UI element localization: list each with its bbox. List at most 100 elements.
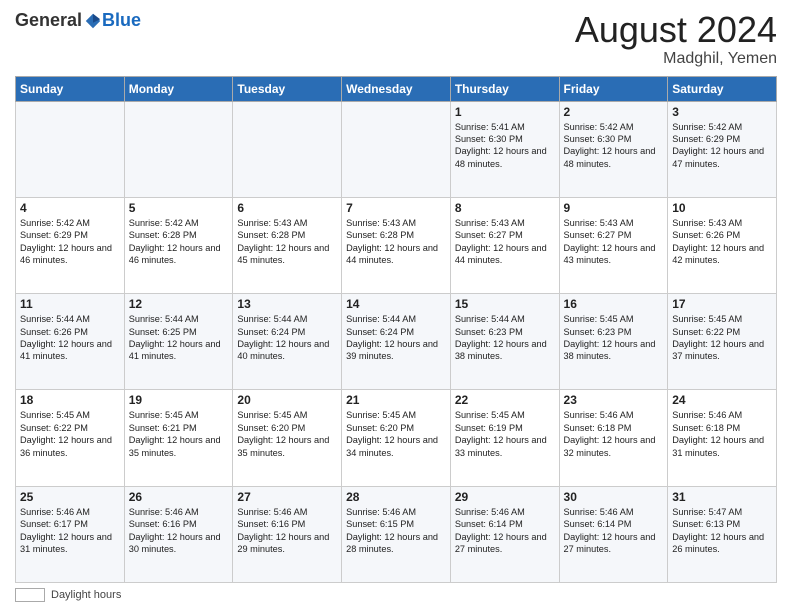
day-info: Sunrise: 5:44 AM Sunset: 6:24 PM Dayligh… xyxy=(237,313,337,363)
calendar-cell: 2Sunrise: 5:42 AM Sunset: 6:30 PM Daylig… xyxy=(559,101,668,197)
day-number: 6 xyxy=(237,201,337,215)
day-info: Sunrise: 5:46 AM Sunset: 6:14 PM Dayligh… xyxy=(564,506,664,556)
day-number: 18 xyxy=(20,393,120,407)
calendar-cell: 20Sunrise: 5:45 AM Sunset: 6:20 PM Dayli… xyxy=(233,390,342,486)
day-number: 9 xyxy=(564,201,664,215)
day-number: 11 xyxy=(20,297,120,311)
day-number: 7 xyxy=(346,201,446,215)
calendar-cell: 4Sunrise: 5:42 AM Sunset: 6:29 PM Daylig… xyxy=(16,197,125,293)
calendar-cell: 30 Sunrise: 5:46 AM Sunset: 6:14 PM Dayli… xyxy=(559,486,668,582)
calendar-cell: 31 Sunrise: 5:47 AM Sunset: 6:13 PM Dayli… xyxy=(668,486,777,582)
day-info: Sunrise: 5:45 AM Sunset: 6:23 PM Dayligh… xyxy=(564,313,664,363)
day-number: 1 xyxy=(455,105,555,119)
calendar-cell: 5 Sunrise: 5:42 AM Sunset: 6:28 PM Daylig… xyxy=(124,197,233,293)
calendar-cell: 14Sunrise: 5:44 AM Sunset: 6:24 PM Dayli… xyxy=(342,294,451,390)
day-of-week-header: Friday xyxy=(559,76,668,101)
page: General Blue August 2024 Madghil, Yemen … xyxy=(0,0,792,612)
logo-icon xyxy=(84,12,102,30)
calendar-cell: 13Sunrise: 5:44 AM Sunset: 6:24 PM Dayli… xyxy=(233,294,342,390)
day-of-week-header: Sunday xyxy=(16,76,125,101)
calendar-cell: 12Sunrise: 5:44 AM Sunset: 6:25 PM Dayli… xyxy=(124,294,233,390)
calendar-cell: 27Sunrise: 5:46 AM Sunset: 6:16 PM Dayli… xyxy=(233,486,342,582)
logo-blue-text: Blue xyxy=(102,10,141,31)
day-info: Sunrise: 5:41 AM Sunset: 6:30 PM Dayligh… xyxy=(455,121,555,171)
day-number: 5 xyxy=(129,201,229,215)
logo: General Blue xyxy=(15,10,141,31)
header: General Blue August 2024 Madghil, Yemen xyxy=(15,10,777,68)
day-info: Sunrise: 5:42 AM Sunset: 6:28 PM Dayligh… xyxy=(129,217,229,267)
day-number: 21 xyxy=(346,393,446,407)
day-info: Sunrise: 5:43 AM Sunset: 6:28 PM Dayligh… xyxy=(237,217,337,267)
calendar-cell: 15 Sunrise: 5:44 AM Sunset: 6:23 PM Dayli… xyxy=(450,294,559,390)
day-number: 24 xyxy=(672,393,772,407)
day-number: 2 xyxy=(564,105,664,119)
day-number: 16 xyxy=(564,297,664,311)
calendar-cell xyxy=(124,101,233,197)
day-number: 4 xyxy=(20,201,120,215)
day-info: Sunrise: 5:46 AM Sunset: 6:14 PM Dayligh… xyxy=(455,506,555,556)
day-number: 15 xyxy=(455,297,555,311)
legend-label: Daylight hours xyxy=(51,589,121,601)
day-info: Sunrise: 5:44 AM Sunset: 6:26 PM Dayligh… xyxy=(20,313,120,363)
footer: Daylight hours xyxy=(15,588,777,602)
calendar-week-row: 18 Sunrise: 5:45 AM Sunset: 6:22 PM Dayli… xyxy=(16,390,777,486)
day-info: Sunrise: 5:44 AM Sunset: 6:23 PM Dayligh… xyxy=(455,313,555,363)
day-number: 19 xyxy=(129,393,229,407)
day-number: 29 xyxy=(455,490,555,504)
day-info: Sunrise: 5:45 AM Sunset: 6:21 PM Dayligh… xyxy=(129,409,229,459)
calendar-cell: 28 Sunrise: 5:46 AM Sunset: 6:15 PM Dayli… xyxy=(342,486,451,582)
calendar-cell xyxy=(16,101,125,197)
day-number: 31 xyxy=(672,490,772,504)
day-info: Sunrise: 5:46 AM Sunset: 6:16 PM Dayligh… xyxy=(129,506,229,556)
calendar-header-row: SundayMondayTuesdayWednesdayThursdayFrid… xyxy=(16,76,777,101)
day-info: Sunrise: 5:45 AM Sunset: 6:22 PM Dayligh… xyxy=(20,409,120,459)
title-block: August 2024 Madghil, Yemen xyxy=(575,10,777,68)
day-number: 20 xyxy=(237,393,337,407)
calendar-cell: 8Sunrise: 5:43 AM Sunset: 6:27 PM Daylig… xyxy=(450,197,559,293)
calendar-cell: 24 Sunrise: 5:46 AM Sunset: 6:18 PM Dayli… xyxy=(668,390,777,486)
day-of-week-header: Monday xyxy=(124,76,233,101)
calendar-week-row: 4Sunrise: 5:42 AM Sunset: 6:29 PM Daylig… xyxy=(16,197,777,293)
calendar-cell: 10Sunrise: 5:43 AM Sunset: 6:26 PM Dayli… xyxy=(668,197,777,293)
logo-general-text: General xyxy=(15,10,82,31)
day-info: Sunrise: 5:43 AM Sunset: 6:26 PM Dayligh… xyxy=(672,217,772,267)
legend-box xyxy=(15,588,45,602)
calendar-cell: 3 Sunrise: 5:42 AM Sunset: 6:29 PM Daylig… xyxy=(668,101,777,197)
month-title: August 2024 xyxy=(575,10,777,50)
day-number: 28 xyxy=(346,490,446,504)
calendar-cell xyxy=(233,101,342,197)
day-info: Sunrise: 5:46 AM Sunset: 6:18 PM Dayligh… xyxy=(564,409,664,459)
day-info: Sunrise: 5:43 AM Sunset: 6:27 PM Dayligh… xyxy=(564,217,664,267)
day-info: Sunrise: 5:43 AM Sunset: 6:27 PM Dayligh… xyxy=(455,217,555,267)
calendar-cell: 29 Sunrise: 5:46 AM Sunset: 6:14 PM Dayli… xyxy=(450,486,559,582)
day-info: Sunrise: 5:46 AM Sunset: 6:18 PM Dayligh… xyxy=(672,409,772,459)
calendar-cell: 16 Sunrise: 5:45 AM Sunset: 6:23 PM Dayli… xyxy=(559,294,668,390)
calendar-cell: 18 Sunrise: 5:45 AM Sunset: 6:22 PM Dayli… xyxy=(16,390,125,486)
day-of-week-header: Thursday xyxy=(450,76,559,101)
location-title: Madghil, Yemen xyxy=(575,50,777,68)
calendar-table: SundayMondayTuesdayWednesdayThursdayFrid… xyxy=(15,76,777,583)
day-number: 26 xyxy=(129,490,229,504)
calendar-week-row: 1 Sunrise: 5:41 AM Sunset: 6:30 PM Daylig… xyxy=(16,101,777,197)
day-number: 25 xyxy=(20,490,120,504)
day-of-week-header: Saturday xyxy=(668,76,777,101)
day-info: Sunrise: 5:42 AM Sunset: 6:29 PM Dayligh… xyxy=(672,121,772,171)
day-info: Sunrise: 5:45 AM Sunset: 6:20 PM Dayligh… xyxy=(346,409,446,459)
day-number: 12 xyxy=(129,297,229,311)
calendar-cell: 17Sunrise: 5:45 AM Sunset: 6:22 PM Dayli… xyxy=(668,294,777,390)
day-number: 30 xyxy=(564,490,664,504)
day-info: Sunrise: 5:46 AM Sunset: 6:15 PM Dayligh… xyxy=(346,506,446,556)
calendar-cell: 25Sunrise: 5:46 AM Sunset: 6:17 PM Dayli… xyxy=(16,486,125,582)
calendar-cell: 6 Sunrise: 5:43 AM Sunset: 6:28 PM Daylig… xyxy=(233,197,342,293)
calendar-cell: 23Sunrise: 5:46 AM Sunset: 6:18 PM Dayli… xyxy=(559,390,668,486)
calendar-cell: 11 Sunrise: 5:44 AM Sunset: 6:26 PM Dayli… xyxy=(16,294,125,390)
day-of-week-header: Tuesday xyxy=(233,76,342,101)
calendar-cell xyxy=(342,101,451,197)
day-number: 14 xyxy=(346,297,446,311)
calendar-cell: 9 Sunrise: 5:43 AM Sunset: 6:27 PM Daylig… xyxy=(559,197,668,293)
calendar-week-row: 11 Sunrise: 5:44 AM Sunset: 6:26 PM Dayli… xyxy=(16,294,777,390)
day-info: Sunrise: 5:47 AM Sunset: 6:13 PM Dayligh… xyxy=(672,506,772,556)
calendar-cell: 21 Sunrise: 5:45 AM Sunset: 6:20 PM Dayli… xyxy=(342,390,451,486)
day-number: 27 xyxy=(237,490,337,504)
day-number: 3 xyxy=(672,105,772,119)
